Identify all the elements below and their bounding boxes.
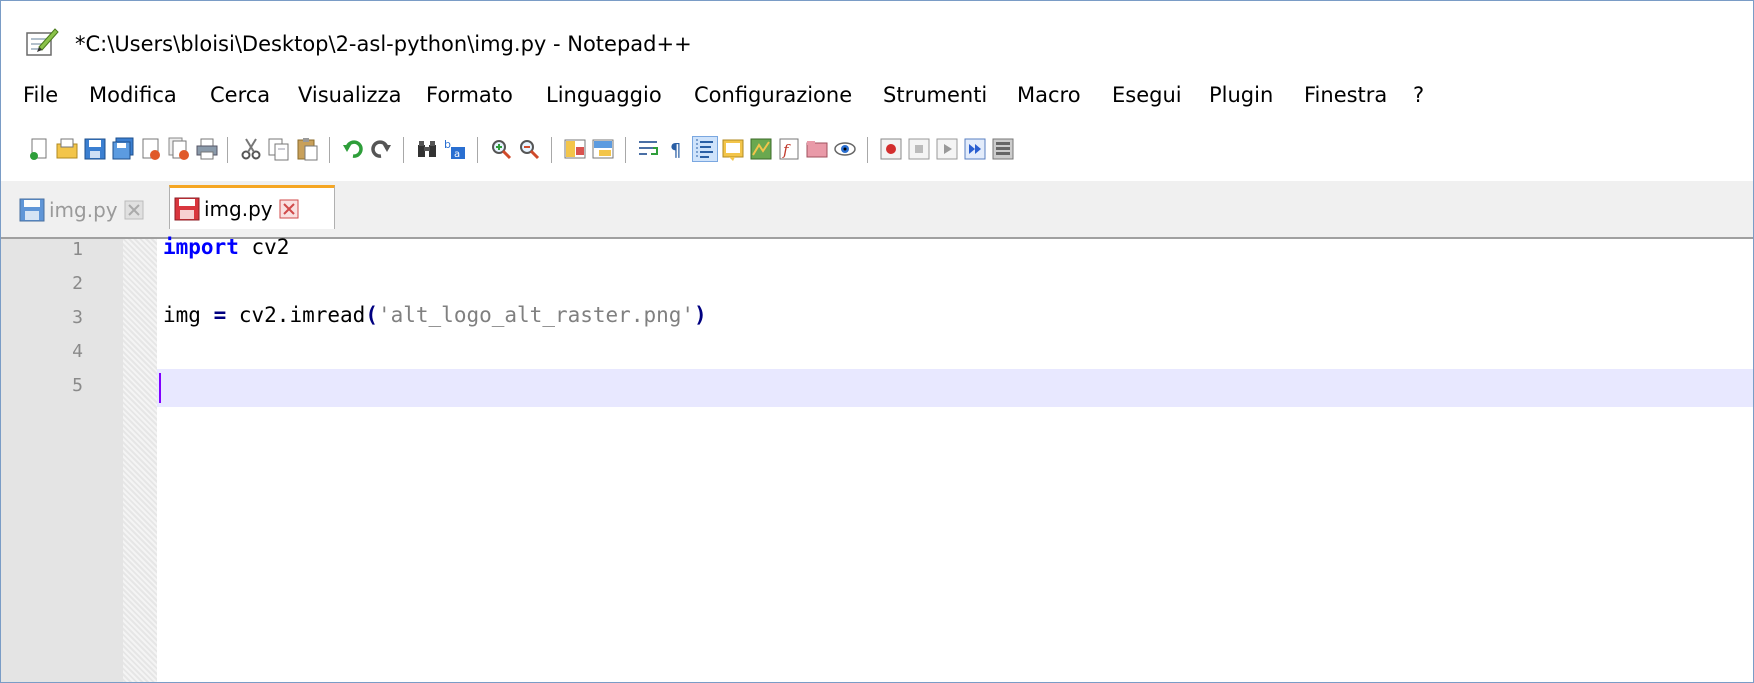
menu-visualizza[interactable]: Visualizza [298,83,401,107]
menu-cerca[interactable]: Cerca [210,83,270,107]
menu-strumenti[interactable]: Strumenti [883,83,987,107]
code-line: import cv2 [163,235,289,259]
toolbar-separator [477,137,478,163]
menu-help[interactable]: ? [1413,83,1424,107]
toolbar-separator [227,137,228,163]
monitoring-icon[interactable] [833,137,857,161]
line-number: 1 [72,239,83,260]
menu-esegui[interactable]: Esegui [1112,83,1182,107]
tab-bar: img.py img.py [1,181,1753,239]
close-all-icon[interactable] [167,137,191,161]
undo-icon[interactable] [341,137,365,161]
code-token: import [163,235,239,259]
print-icon[interactable] [195,137,219,161]
line-number: 3 [72,307,83,328]
code-line: img = cv2.imread('alt_logo_alt_raster.pn… [163,303,707,327]
menu-linguaggio[interactable]: Linguaggio [546,83,662,107]
toolbar-separator [329,137,330,163]
line-number-gutter: 1 2 3 4 5 [1,239,123,682]
sync-horizontal-icon[interactable] [591,137,615,161]
tab-label: img.py [204,196,273,221]
tab-close-icon[interactable] [279,199,299,219]
close-icon[interactable] [139,137,163,161]
window-title: *C:\Users\bloisi\Desktop\2-asl-python\im… [75,32,692,56]
svg-text:¶: ¶ [670,140,681,161]
user-language-icon[interactable] [721,137,745,161]
title-bar: *C:\Users\bloisi\Desktop\2-asl-python\im… [1,1,1753,63]
line-number: 2 [72,273,83,294]
code-token: 'alt_logo_alt_raster.png' [377,303,695,327]
toolbar: ba ¶ f [1,123,1753,173]
save-macro-icon[interactable] [991,137,1015,161]
code-area[interactable]: import cv2 img = cv2.imread('alt_logo_alt… [157,235,1753,682]
notepadpp-window: *C:\Users\bloisi\Desktop\2-asl-python\im… [0,0,1754,683]
menu-finestra[interactable]: Finestra [1304,83,1387,107]
paste-icon[interactable] [295,137,319,161]
zoom-out-icon[interactable] [517,137,541,161]
word-wrap-icon[interactable] [637,137,661,161]
fold-margin[interactable] [123,239,157,682]
save-icon[interactable] [83,137,107,161]
text-caret [159,373,161,403]
record-macro-icon[interactable] [879,137,903,161]
line-number: 4 [72,341,83,362]
svg-text:b: b [444,138,451,151]
svg-text:a: a [454,149,460,160]
tab-close-icon[interactable] [124,200,144,220]
tab-img-py-active[interactable]: img.py [169,185,335,229]
save-all-icon[interactable] [111,137,135,161]
tab-img-py-inactive[interactable]: img.py [15,195,163,225]
menu-modifica[interactable]: Modifica [89,83,177,107]
indent-guide-icon[interactable] [692,136,718,162]
zoom-in-icon[interactable] [489,137,513,161]
code-token: cv2.imread [226,303,366,327]
find-icon[interactable] [415,137,439,161]
current-line-highlight [157,369,1753,407]
replace-icon[interactable]: ba [443,137,467,161]
unsaved-file-icon [174,197,200,220]
sync-vertical-icon[interactable] [563,137,587,161]
redo-icon[interactable] [369,137,393,161]
notepadpp-app-icon [26,28,59,56]
menu-macro[interactable]: Macro [1017,83,1081,107]
open-file-icon[interactable] [55,137,79,161]
play-macro-icon[interactable] [935,137,959,161]
toolbar-separator [551,137,552,163]
new-file-icon[interactable] [27,137,51,161]
menu-bar: File Modifica Cerca Visualizza Formato L… [1,83,1753,115]
menu-formato[interactable]: Formato [426,83,513,107]
run-macro-multiple-icon[interactable] [963,137,987,161]
code-token: cv2 [238,235,290,259]
menu-file[interactable]: File [23,83,58,107]
stop-macro-icon[interactable] [907,137,931,161]
function-list-icon[interactable]: f [777,137,801,161]
copy-icon[interactable] [267,137,291,161]
code-token: img [163,303,214,327]
menu-configurazione[interactable]: Configurazione [694,83,852,107]
line-number: 5 [72,375,83,396]
document-map-icon[interactable] [749,137,773,161]
toolbar-separator [625,137,626,163]
toolbar-separator [403,137,404,163]
code-token: ) [694,303,707,327]
code-token: ( [365,303,378,327]
code-token: = [213,303,227,327]
saved-file-icon [19,198,45,222]
toolbar-separator [867,137,868,163]
cut-icon[interactable] [239,137,263,161]
menu-plugin[interactable]: Plugin [1209,83,1273,107]
show-all-chars-icon[interactable]: ¶ [665,137,689,161]
code-editor[interactable]: 1 2 3 4 5 import cv2 img = cv2.imread('alt_lo… [1,235,1753,682]
folder-workspace-icon[interactable] [805,137,829,161]
tab-label: img.py [49,198,118,222]
